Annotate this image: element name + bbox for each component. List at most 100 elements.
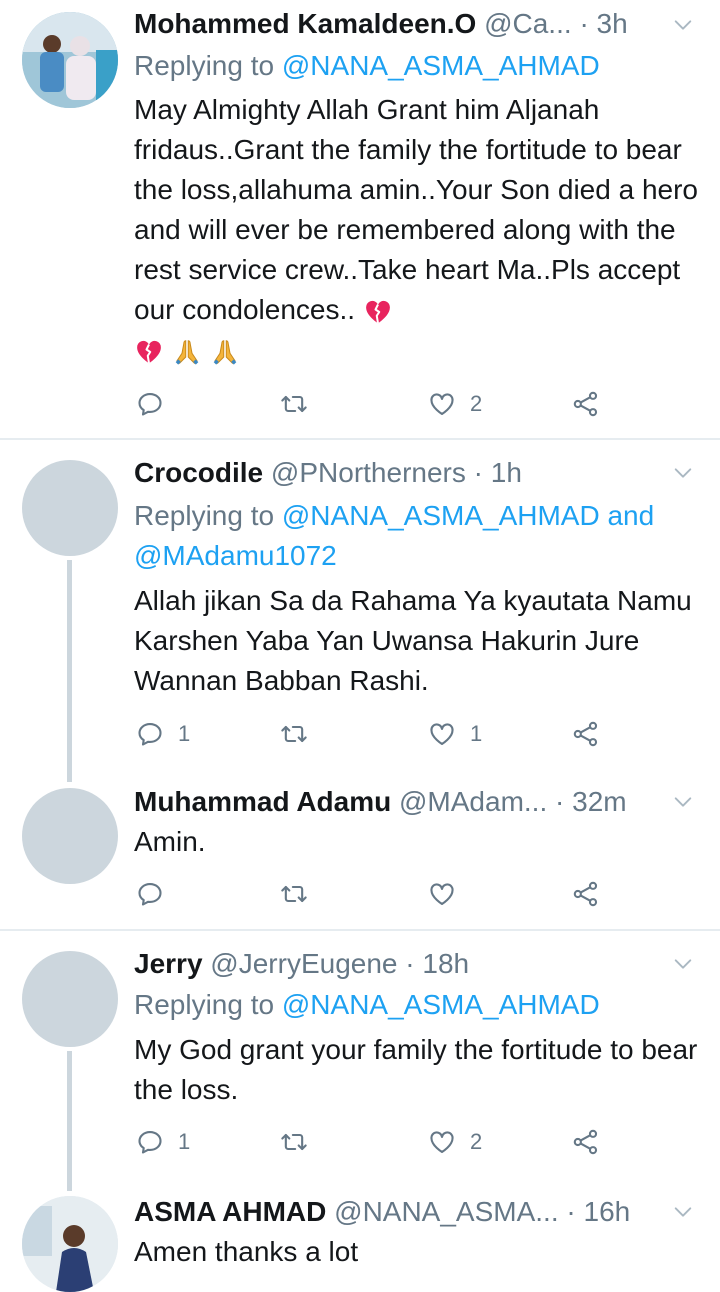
retweet-icon <box>280 880 308 908</box>
replying-to-label: Replying to <box>134 50 282 81</box>
display-name[interactable]: Jerry <box>134 948 203 979</box>
retweet-button[interactable] <box>280 874 308 914</box>
thread-line <box>67 560 72 782</box>
reply-button[interactable]: 1 <box>136 1122 190 1162</box>
separator-dot: · <box>405 948 415 979</box>
share-button[interactable] <box>572 874 600 914</box>
tweet-4[interactable]: Jerry @JerryEugene · 18h Replying to @NA… <box>0 931 720 1191</box>
timestamp[interactable]: 1h <box>491 457 522 488</box>
display-name[interactable]: ASMA AHMAD <box>134 1196 326 1227</box>
share-icon <box>572 390 600 418</box>
folded-hands-icon <box>210 337 240 367</box>
share-icon <box>572 720 600 748</box>
retweet-button[interactable] <box>280 384 308 424</box>
share-button[interactable] <box>572 384 600 424</box>
chevron-down-icon[interactable] <box>672 462 694 484</box>
timestamp[interactable]: 32m <box>572 786 626 817</box>
broken-heart-icon <box>363 297 393 327</box>
avatar[interactable] <box>22 460 118 556</box>
reply-icon <box>136 390 164 418</box>
like-button[interactable]: 2 <box>428 384 482 424</box>
reply-icon <box>136 1128 164 1156</box>
display-name[interactable]: Muhammad Adamu <box>134 786 391 817</box>
avatar-photo-icon <box>22 12 118 108</box>
user-handle[interactable]: @JerryEugene <box>210 948 397 979</box>
folded-hands-icon <box>172 337 202 367</box>
tweet-header: Mohammed Kamaldeen.O @Ca... · 3h <box>134 4 696 44</box>
tweet-header: Crocodile @PNortherners · 1h <box>134 453 696 493</box>
display-name[interactable]: Mohammed Kamaldeen.O <box>134 8 476 39</box>
tweet-text: May Almighty Allah Grant him Aljanah fri… <box>134 90 706 370</box>
reply-count: 1 <box>178 1129 191 1154</box>
retweet-icon <box>280 1128 308 1156</box>
separator-dot: · <box>555 786 565 817</box>
avatar[interactable] <box>22 951 118 1047</box>
timestamp[interactable]: 18h <box>422 948 469 979</box>
like-count: 2 <box>470 1129 483 1154</box>
reply-mention-link[interactable]: @NANA_ASMA_AHMAD <box>282 989 600 1020</box>
reply-icon <box>136 880 164 908</box>
replying-to-label: Replying to <box>134 989 282 1020</box>
tweet-text: Allah jikan Sa da Rahama Ya kyautata Nam… <box>134 585 692 696</box>
avatar-photo-icon <box>22 1196 118 1292</box>
chevron-down-icon[interactable] <box>672 1201 694 1223</box>
share-icon <box>572 880 600 908</box>
tweet-5[interactable]: ASMA AHMAD @NANA_ASMA... · 16h Amen than… <box>0 1188 720 1292</box>
separator-dot: · <box>473 457 483 488</box>
separator-dot: · <box>579 8 589 39</box>
tweet-1[interactable]: Mohammed Kamaldeen.O @Ca... · 3h Replyin… <box>0 0 720 440</box>
replying-to-label: Replying to <box>134 500 282 531</box>
thread-line <box>67 1051 72 1191</box>
retweet-icon <box>280 720 308 748</box>
user-handle[interactable]: @MAdam... <box>399 786 547 817</box>
like-button[interactable] <box>428 874 470 914</box>
avatar[interactable] <box>22 1196 118 1292</box>
tweet-3[interactable]: Muhammad Adamu @MAdam... · 32m Amin. <box>0 782 720 930</box>
timestamp[interactable]: 3h <box>597 8 628 39</box>
tweet-text: Amin. <box>134 826 206 857</box>
reply-button[interactable]: 1 <box>136 714 190 754</box>
share-button[interactable] <box>572 714 600 754</box>
reply-mention-link[interactable]: @NANA_ASMA_AHMAD <box>282 50 600 81</box>
user-handle[interactable]: @PNortherners <box>271 457 466 488</box>
reply-icon <box>136 720 164 748</box>
separator-dot: · <box>566 1196 576 1227</box>
tweet-text: My God grant your family the fortitude t… <box>134 1034 698 1105</box>
divider <box>0 438 720 440</box>
chevron-down-icon[interactable] <box>672 14 694 36</box>
share-button[interactable] <box>572 1122 600 1162</box>
like-icon <box>428 1128 456 1156</box>
user-handle[interactable]: @NANA_ASMA... <box>334 1196 558 1227</box>
chevron-down-icon[interactable] <box>672 953 694 975</box>
like-button[interactable]: 1 <box>428 714 482 754</box>
tweet-actions: 1 1 <box>134 714 694 754</box>
reply-button[interactable] <box>136 874 178 914</box>
like-count: 1 <box>470 721 483 746</box>
tweet-actions: 1 2 <box>134 1122 694 1162</box>
retweet-button[interactable] <box>280 1122 308 1162</box>
share-icon <box>572 1128 600 1156</box>
tweet-text: Amen thanks a lot <box>134 1236 359 1267</box>
tweet-header: ASMA AHMAD @NANA_ASMA... · 16h <box>134 1192 696 1232</box>
retweet-button[interactable] <box>280 714 308 754</box>
like-icon <box>428 720 456 748</box>
user-handle[interactable]: @Ca... <box>484 8 572 39</box>
tweet-header: Muhammad Adamu @MAdam... · 32m <box>134 782 696 822</box>
like-button[interactable]: 2 <box>428 1122 482 1162</box>
broken-heart-icon <box>134 337 164 367</box>
display-name[interactable]: Crocodile <box>134 457 263 488</box>
tweet-header: Jerry @JerryEugene · 18h <box>134 944 696 984</box>
avatar[interactable] <box>22 12 118 108</box>
tweet-actions: 2 <box>134 384 694 424</box>
timestamp[interactable]: 16h <box>584 1196 631 1227</box>
like-count: 2 <box>470 391 483 416</box>
replying-to: Replying to @NANA_ASMA_AHMAD and @MAdamu… <box>134 496 700 576</box>
chevron-down-icon[interactable] <box>672 791 694 813</box>
reply-count: 1 <box>178 721 191 746</box>
avatar[interactable] <box>22 788 118 884</box>
replying-to: Replying to @NANA_ASMA_AHMAD <box>134 985 700 1025</box>
reply-button[interactable] <box>136 384 178 424</box>
like-icon <box>428 390 456 418</box>
tweet-text-body: May Almighty Allah Grant him Aljanah fri… <box>134 94 698 325</box>
replying-to: Replying to @NANA_ASMA_AHMAD <box>134 46 700 86</box>
